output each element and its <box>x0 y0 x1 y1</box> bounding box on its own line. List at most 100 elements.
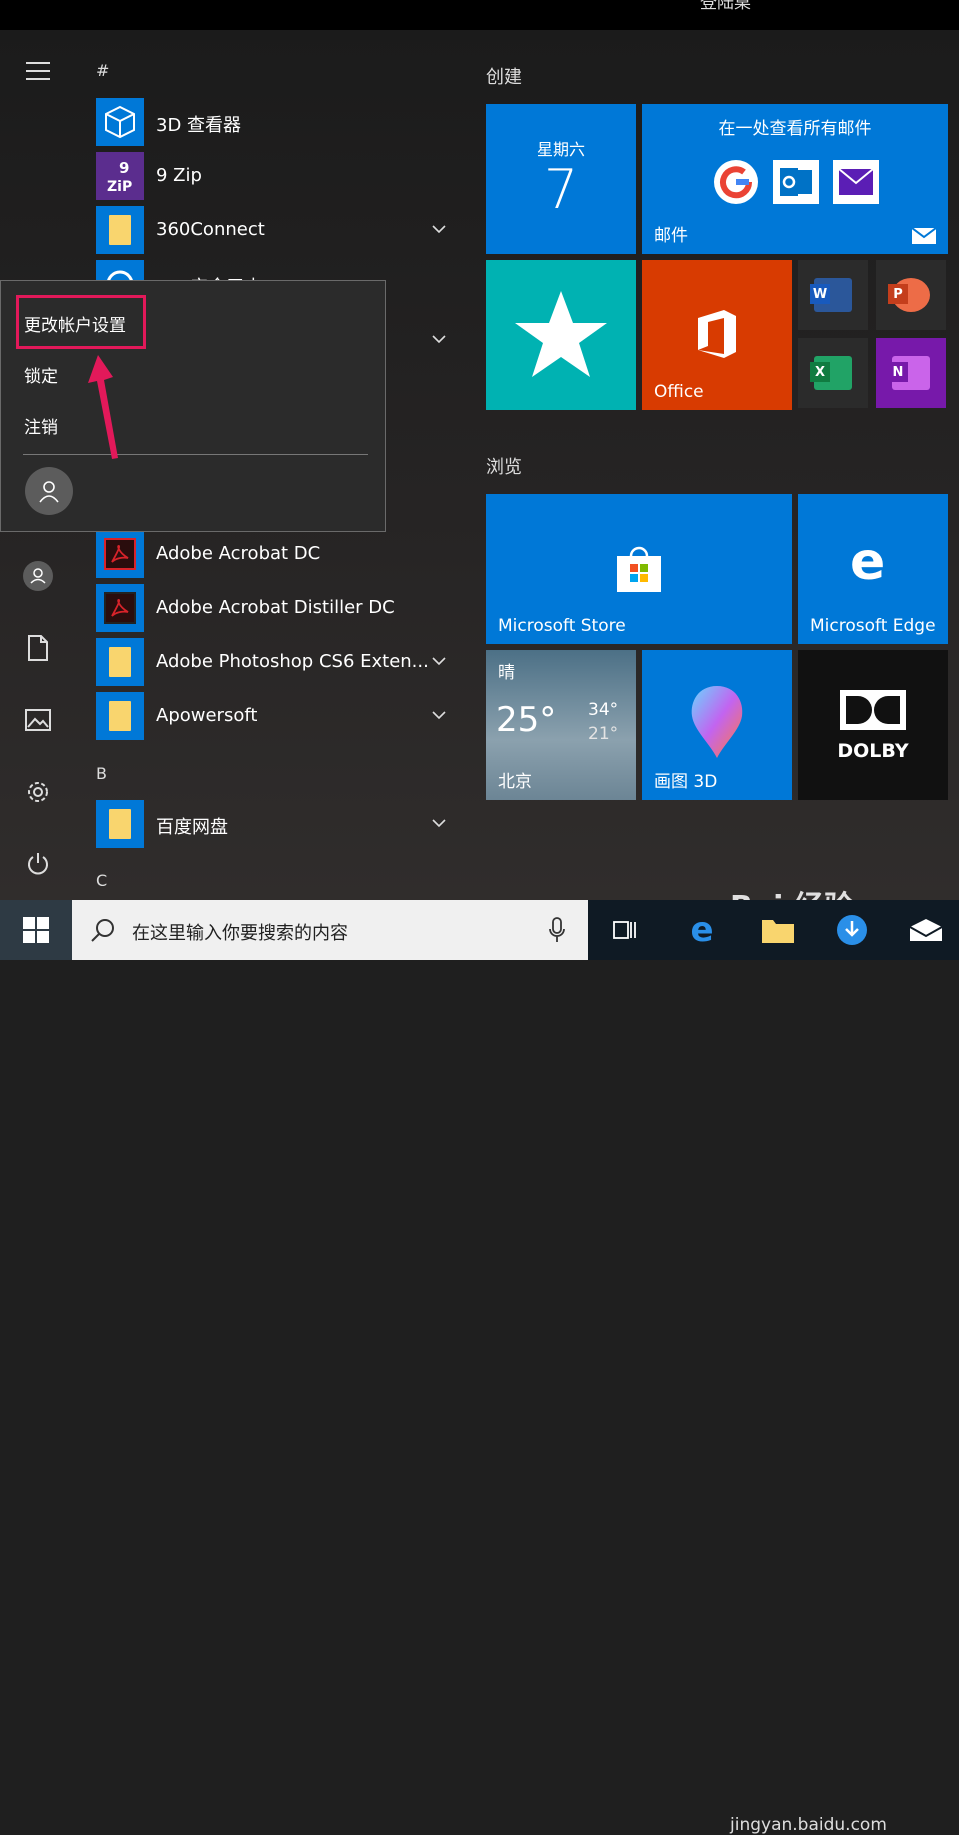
powerpoint-icon: P <box>888 278 930 312</box>
calendar-tile[interactable]: 星期六 7 <box>486 104 636 254</box>
onenote-letter: N <box>888 362 908 382</box>
folder-icon <box>96 800 144 848</box>
app-label: Adobe Acrobat Distiller DC <box>156 597 395 618</box>
app-label: Adobe Photoshop CS6 Exten... <box>156 651 429 672</box>
google-icon <box>714 160 758 204</box>
chevron-down-icon[interactable] <box>432 816 446 830</box>
app-360connect[interactable]: 360Connect <box>96 206 460 254</box>
folder-icon <box>96 638 144 686</box>
file-explorer-icon[interactable] <box>758 910 798 950</box>
folder-icon <box>96 206 144 254</box>
app-label: Apowersoft <box>156 705 258 726</box>
chevron-down-icon[interactable] <box>432 654 446 668</box>
download-manager-icon[interactable] <box>832 910 872 950</box>
onenote-icon: N <box>888 356 930 390</box>
section-letter-b[interactable]: B <box>96 764 107 783</box>
mail-taskbar-icon[interactable] <box>906 910 946 950</box>
dolby-tile[interactable]: DOLBY <box>798 650 948 800</box>
outlook-icon <box>773 160 819 204</box>
lock-item[interactable]: 锁定 <box>24 362 58 387</box>
cube-icon <box>96 98 144 146</box>
task-view-icon[interactable] <box>604 910 644 950</box>
app-label: 3D 查看器 <box>156 115 242 136</box>
weather-high: 34° <box>588 700 619 720</box>
settings-icon[interactable] <box>22 776 54 808</box>
edge-tile[interactable]: e Microsoft Edge <box>798 494 948 644</box>
chevron-down-icon[interactable] <box>432 222 446 236</box>
app-label: 9 Zip <box>156 165 202 186</box>
star-icon <box>515 291 607 377</box>
calendar-day: 星期六 <box>536 140 585 159</box>
change-account-settings[interactable]: 更改帐户设置 <box>24 311 126 336</box>
excel-tile[interactable]: X <box>798 338 868 408</box>
search-placeholder: 在这里输入你要搜索的内容 <box>132 923 348 944</box>
office-label: Office <box>654 382 704 402</box>
mail-tile[interactable]: 在一处查看所有邮件 邮件 <box>642 104 948 254</box>
microphone-icon[interactable] <box>548 917 566 943</box>
app-label: 360Connect <box>156 219 265 240</box>
zip-icon: 9 ZiP <box>96 152 144 200</box>
app-acrobat-distiller[interactable]: Adobe Acrobat Distiller DC <box>96 584 460 632</box>
distiller-icon <box>96 584 144 632</box>
store-label: Microsoft Store <box>498 616 626 636</box>
app-9zip[interactable]: 9 ZiP 9 Zip <box>96 152 460 200</box>
excel-letter: X <box>810 362 830 382</box>
onenote-tile[interactable]: N <box>876 338 946 408</box>
signout-item[interactable]: 注销 <box>24 413 58 438</box>
search-box[interactable]: 在这里输入你要搜索的内容 <box>72 900 588 960</box>
ppt-letter: P <box>888 284 908 304</box>
window-title-bar: 登陆桌 <box>0 0 959 30</box>
edge-label: Microsoft Edge <box>810 616 936 636</box>
pictures-icon[interactable] <box>22 704 54 736</box>
account-popup: 更改帐户设置 锁定 注销 <box>0 280 386 532</box>
weather-temp: 25° <box>496 700 557 740</box>
svg-text:9: 9 <box>119 159 129 177</box>
baidu-watermark-url: jingyan.baidu.com <box>730 1815 887 1835</box>
powerpoint-tile[interactable]: P <box>876 260 946 330</box>
document-icon[interactable] <box>22 632 54 664</box>
weather-tile[interactable]: 晴 25° 34° 21° 北京 <box>486 650 636 800</box>
calendar-date: 7 <box>543 158 579 221</box>
paint3d-tile[interactable]: 画图 3D <box>642 650 792 800</box>
group-label-create[interactable]: 创建 <box>486 63 522 89</box>
mail-label: 邮件 <box>654 226 688 246</box>
excel-icon: X <box>810 356 852 390</box>
windows-logo-icon <box>23 917 49 943</box>
divider <box>23 454 368 455</box>
folder-icon <box>96 692 144 740</box>
paint3d-drop-icon <box>691 686 743 758</box>
annotation-arrow-icon <box>88 355 118 459</box>
yahoo-mail-icon <box>833 160 879 204</box>
app-photoshop[interactable]: Adobe Photoshop CS6 Exten... <box>96 638 460 686</box>
edge-icon: e <box>850 532 886 592</box>
taskbar: 在这里输入你要搜索的内容 e jingyan.baidu.com <box>0 900 959 1835</box>
office-tile[interactable]: Office <box>642 260 792 410</box>
acrobat-icon <box>96 530 144 578</box>
hamburger-icon[interactable] <box>22 55 54 87</box>
weather-low: 21° <box>588 724 619 744</box>
office-logo-icon <box>698 310 736 358</box>
paint3d-label: 画图 3D <box>654 772 718 792</box>
section-letter-c[interactable]: C <box>96 871 107 890</box>
section-letter-hash[interactable]: # <box>96 61 109 80</box>
group-label-browse[interactable]: 浏览 <box>486 453 522 479</box>
app-apowersoft[interactable]: Apowersoft <box>96 692 460 740</box>
chevron-down-icon[interactable] <box>432 708 446 722</box>
store-tile[interactable]: Microsoft Store <box>486 494 792 644</box>
app-baidu-netdisk[interactable]: 百度网盘 <box>96 800 460 848</box>
weather-condition: 晴 <box>498 663 515 683</box>
mail-header: 在一处查看所有邮件 <box>718 119 872 139</box>
windows-start-button[interactable] <box>0 900 72 960</box>
mail-badge-icon <box>912 228 936 244</box>
edge-taskbar-icon[interactable]: e <box>682 910 722 950</box>
word-letter: W <box>810 284 830 304</box>
user-icon[interactable] <box>22 560 54 592</box>
avatar[interactable] <box>25 467 73 515</box>
app-label: Adobe Acrobat DC <box>156 543 321 564</box>
power-icon[interactable] <box>22 848 54 880</box>
app-3d-viewer[interactable]: 3D 查看器 <box>96 98 460 146</box>
favorites-tile[interactable] <box>486 260 636 410</box>
word-tile[interactable]: W <box>798 260 868 330</box>
chevron-down-icon[interactable] <box>432 332 446 346</box>
app-acrobat-dc[interactable]: Adobe Acrobat DC <box>96 530 460 578</box>
